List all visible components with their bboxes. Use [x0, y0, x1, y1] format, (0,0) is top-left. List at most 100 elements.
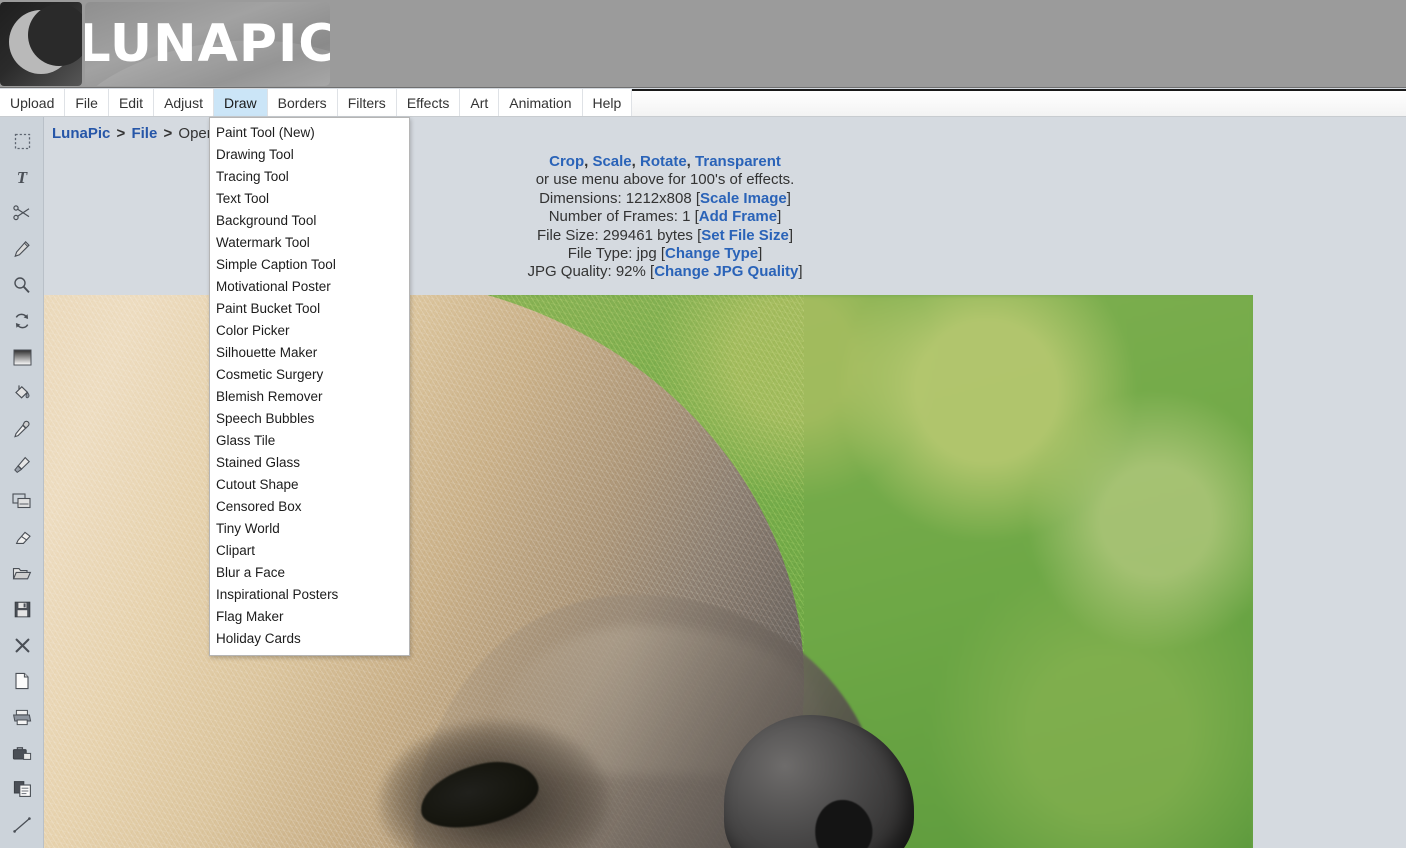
save-floppy-icon[interactable] [0, 591, 44, 627]
svg-text:T: T [17, 168, 28, 186]
info-filetype: File Type: jpg [Change Type] [420, 245, 910, 263]
draw-item-color-picker[interactable]: Color Picker [210, 320, 409, 342]
menu-upload[interactable]: Upload [0, 89, 65, 116]
draw-item-blur-a-face[interactable]: Blur a Face [210, 562, 409, 584]
draw-item-speech-bubbles[interactable]: Speech Bubbles [210, 408, 409, 430]
marquee-select-icon[interactable] [0, 123, 44, 159]
quality-value: 92% [616, 263, 646, 280]
draw-item-simple-caption-tool[interactable]: Simple Caption Tool [210, 254, 409, 276]
change-type-link[interactable]: Change Type [665, 245, 758, 262]
info-quality: JPG Quality: 92% [Change JPG Quality] [420, 263, 910, 281]
menu-edit[interactable]: Edit [109, 89, 154, 116]
eyedropper-icon[interactable] [0, 411, 44, 447]
pencil-icon[interactable] [0, 231, 44, 267]
rectangle-icon[interactable] [0, 843, 44, 848]
left-toolbar: T [0, 117, 44, 848]
add-frame-link[interactable]: Add Frame [699, 208, 777, 225]
draw-item-inspirational-posters[interactable]: Inspirational Posters [210, 584, 409, 606]
info-frames: Number of Frames: 1 [Add Frame] [420, 208, 910, 226]
draw-item-cosmetic-surgery[interactable]: Cosmetic Surgery [210, 364, 409, 386]
info-filesize: File Size: 299461 bytes [Set File Size] [420, 227, 910, 245]
draw-item-flag-maker[interactable]: Flag Maker [210, 606, 409, 628]
filesize-label: File Size: [537, 227, 599, 244]
text-tool-icon[interactable]: T [0, 159, 44, 195]
menu-animation[interactable]: Animation [499, 89, 582, 116]
frames-value: 1 [682, 208, 690, 225]
draw-item-glass-tile[interactable]: Glass Tile [210, 430, 409, 452]
draw-item-censored-box[interactable]: Censored Box [210, 496, 409, 518]
menu-adjust[interactable]: Adjust [154, 89, 214, 116]
draw-item-stained-glass[interactable]: Stained Glass [210, 452, 409, 474]
scale-image-link[interactable]: Scale Image [700, 190, 787, 207]
brush-icon[interactable] [0, 447, 44, 483]
draw-item-background-tool[interactable]: Background Tool [210, 210, 409, 232]
transparent-link[interactable]: Transparent [695, 153, 781, 170]
copy-icon[interactable] [0, 771, 44, 807]
menu-art[interactable]: Art [460, 89, 499, 116]
image-info-panel: Crop, Scale, Rotate, Transparent or use … [420, 153, 910, 282]
menu-help[interactable]: Help [583, 89, 633, 116]
logo-text-panel: LUNAPIC [85, 2, 330, 86]
draw-item-cutout-shape[interactable]: Cutout Shape [210, 474, 409, 496]
lunapic-logo[interactable]: LUNAPIC [0, 2, 330, 86]
filetype-value: jpg [637, 245, 657, 262]
crescent-moon-icon [0, 2, 82, 86]
rotate-link[interactable]: Rotate [640, 153, 687, 170]
draw-item-paint-bucket-tool[interactable]: Paint Bucket Tool [210, 298, 409, 320]
breadcrumb-section[interactable]: File [131, 125, 157, 142]
open-folder-icon[interactable] [0, 555, 44, 591]
new-document-icon[interactable] [0, 663, 44, 699]
draw-item-watermark-tool[interactable]: Watermark Tool [210, 232, 409, 254]
breadcrumb-root[interactable]: LunaPic [52, 125, 110, 142]
gradient-icon[interactable] [0, 339, 44, 375]
frames-label: Number of Frames: [549, 208, 678, 225]
paint-bucket-icon[interactable] [0, 375, 44, 411]
dimensions-value: 1212x808 [626, 190, 692, 207]
printer-icon[interactable] [0, 699, 44, 735]
menu-file[interactable]: File [65, 89, 109, 116]
breadcrumb: LunaPic > File > Open [52, 125, 215, 142]
menu-filters[interactable]: Filters [338, 89, 397, 116]
transform-icon[interactable] [0, 483, 44, 519]
menu-borders[interactable]: Borders [268, 89, 338, 116]
eraser-icon[interactable] [0, 519, 44, 555]
set-file-size-link[interactable]: Set File Size [701, 227, 789, 244]
draw-item-tracing-tool[interactable]: Tracing Tool [210, 166, 409, 188]
close-x-icon[interactable] [0, 627, 44, 663]
draw-item-holiday-cards[interactable]: Holiday Cards [210, 628, 409, 650]
draw-item-text-tool[interactable]: Text Tool [210, 188, 409, 210]
breadcrumb-sep-1: > [115, 125, 128, 142]
draw-item-paint-tool-new[interactable]: Paint Tool (New) [210, 122, 409, 144]
main-menubar: Upload File Edit Adjust Draw Borders Fil… [0, 89, 1406, 117]
line-icon[interactable] [0, 807, 44, 843]
draw-item-motivational-poster[interactable]: Motivational Poster [210, 276, 409, 298]
menubar-filler [632, 89, 1406, 116]
menu-draw[interactable]: Draw [214, 89, 268, 116]
rotate-icon[interactable] [0, 303, 44, 339]
breadcrumb-sep-2: > [161, 125, 174, 142]
briefcase-icon[interactable] [0, 735, 44, 771]
draw-item-tiny-world[interactable]: Tiny World [210, 518, 409, 540]
scale-link[interactable]: Scale [592, 153, 631, 170]
magnifier-icon[interactable] [0, 267, 44, 303]
app-header: LUNAPIC [0, 0, 1406, 88]
draw-item-blemish-remover[interactable]: Blemish Remover [210, 386, 409, 408]
dimensions-label: Dimensions: [539, 190, 622, 207]
draw-item-silhouette-maker[interactable]: Silhouette Maker [210, 342, 409, 364]
lunapic-app: LUNAPIC Upload File Edit Adjust Draw Bor… [0, 0, 1406, 848]
quick-action-links: Crop, Scale, Rotate, Transparent [420, 153, 910, 171]
filetype-label: File Type: [568, 245, 633, 262]
filesize-value: 299461 bytes [603, 227, 693, 244]
dog-head [44, 295, 984, 848]
draw-item-clipart[interactable]: Clipart [210, 540, 409, 562]
quality-label: JPG Quality: [527, 263, 611, 280]
menu-effects[interactable]: Effects [397, 89, 461, 116]
info-subtitle: or use menu above for 100's of effects. [420, 171, 910, 189]
draw-item-drawing-tool[interactable]: Drawing Tool [210, 144, 409, 166]
logo-wordmark: LUNAPIC [85, 18, 330, 70]
change-jpg-quality-link[interactable]: Change JPG Quality [654, 263, 798, 280]
crop-link[interactable]: Crop [549, 153, 584, 170]
draw-dropdown-menu: Paint Tool (New) Drawing Tool Tracing To… [209, 117, 410, 656]
scissors-icon[interactable] [0, 195, 44, 231]
info-dimensions: Dimensions: 1212x808 [Scale Image] [420, 190, 910, 208]
